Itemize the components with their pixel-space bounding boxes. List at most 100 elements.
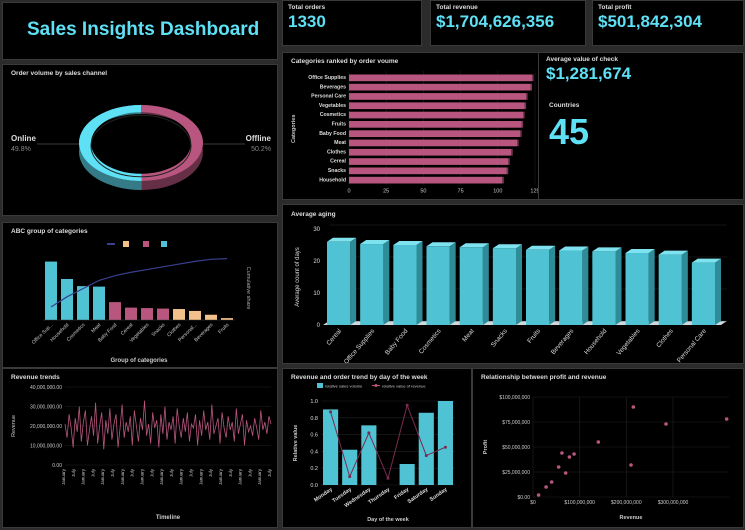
y-tick-label: Snacks bbox=[328, 168, 346, 174]
bar bbox=[691, 262, 715, 325]
kpi-label: Total orders bbox=[288, 4, 326, 11]
x-tick-label: July bbox=[267, 468, 272, 477]
legend-marker bbox=[374, 384, 378, 387]
x-tick-label: July bbox=[149, 468, 154, 477]
offline-pct: 50.2% bbox=[251, 146, 271, 153]
bar-side bbox=[502, 176, 504, 184]
bar bbox=[492, 248, 516, 325]
y-tick-label: 30 bbox=[313, 227, 320, 233]
x-tick-label: January bbox=[159, 468, 164, 485]
revenue-marker bbox=[367, 431, 371, 435]
x-tick-label: January bbox=[120, 468, 125, 485]
x-tick-label: July bbox=[208, 468, 213, 477]
bar-side bbox=[648, 249, 655, 325]
bar bbox=[349, 167, 507, 175]
y-tick-label: Office Supplies bbox=[308, 75, 346, 81]
donut-hole bbox=[90, 114, 192, 178]
revenue-marker bbox=[424, 454, 428, 458]
categories-panel: Categories ranked by order voume 0 25 50 75… bbox=[282, 52, 540, 200]
bar bbox=[399, 464, 415, 485]
scatter-point bbox=[549, 480, 554, 484]
y-axis-label: Relative value bbox=[293, 425, 299, 462]
y-axis-label: Cumulative share bbox=[245, 267, 251, 310]
categories-bar-chart: 0 25 50 75 100 125Office SuppliesBeveragesPer… bbox=[291, 71, 539, 195]
y-tick-label: 10,000,000.00 bbox=[30, 444, 62, 450]
bar bbox=[189, 310, 201, 320]
x-tick-label: January bbox=[257, 468, 262, 485]
bar bbox=[349, 74, 533, 82]
x-tick-label: July bbox=[169, 468, 174, 477]
x-tick-label: Sunday bbox=[429, 486, 449, 503]
scatter-point bbox=[536, 493, 541, 497]
weekday-combo-chart: relative sales volume relative value of r… bbox=[293, 383, 455, 523]
bar bbox=[592, 251, 616, 325]
x-tick-label: January bbox=[139, 468, 144, 485]
x-tick-label: July bbox=[228, 468, 233, 477]
bar-side bbox=[506, 167, 509, 175]
bar bbox=[658, 254, 682, 325]
bar-side bbox=[482, 243, 489, 325]
y-tick-label: Baby Food bbox=[319, 131, 346, 137]
scatter-point bbox=[560, 451, 564, 455]
x-tick-label: Saturday bbox=[407, 486, 430, 505]
revenue-trend-panel: Revenue trends 0.00 10,000,000.00 20,000,0… bbox=[2, 368, 278, 528]
avg-check-value: $1,281,674 bbox=[546, 64, 632, 83]
legend-swatch bbox=[317, 383, 323, 388]
x-tick-label: 25 bbox=[383, 189, 389, 195]
x-tick-label: Office Supplies bbox=[343, 327, 377, 364]
bar bbox=[157, 308, 169, 320]
bar-side bbox=[383, 240, 390, 325]
scatter-point bbox=[724, 417, 729, 421]
profit-revenue-scatter: $0.00 $25,000,000 $50,000,000 $75,000,000 $1… bbox=[483, 395, 729, 521]
scatter-point bbox=[629, 463, 633, 467]
countries-value: 45 bbox=[549, 111, 590, 152]
x-tick-label: Baby Food bbox=[384, 327, 410, 356]
x-tick-label: $200,000,000 bbox=[611, 500, 642, 506]
y-tick-label: 40,000,000.00 bbox=[30, 385, 62, 391]
kpi-label: Total revenue bbox=[436, 4, 478, 11]
y-tick-label: 0.6 bbox=[310, 433, 318, 439]
scatter-point bbox=[664, 422, 668, 426]
x-axis-label: Group of categories bbox=[110, 358, 168, 364]
bar-side bbox=[681, 250, 688, 325]
bar bbox=[349, 93, 527, 100]
x-tick-label: Thursday bbox=[367, 486, 391, 506]
scatter-panel: Relationship between profit and revenue … bbox=[472, 368, 744, 528]
abc-panel: ABC group of categories Office Sup... Hou… bbox=[2, 222, 278, 368]
bar-side bbox=[524, 102, 527, 110]
x-tick-label: Cereal bbox=[120, 322, 135, 337]
bar bbox=[393, 245, 417, 325]
y-tick-label: 30,000,000.00 bbox=[30, 405, 62, 411]
x-tick-label: 75 bbox=[458, 189, 464, 195]
x-tick-label: July bbox=[247, 468, 252, 477]
bar bbox=[526, 249, 550, 325]
bar bbox=[418, 412, 434, 485]
x-tick-label: January bbox=[81, 468, 86, 485]
y-tick-label: $50,000,000 bbox=[502, 445, 530, 451]
y-tick-label: Meat bbox=[334, 140, 346, 146]
legend-swatch bbox=[161, 241, 167, 247]
y-tick-label: $25,000,000 bbox=[502, 470, 530, 476]
x-tick-label: July bbox=[71, 468, 76, 477]
bar-side bbox=[532, 74, 534, 82]
weekday-panel: Revenue and order trend by day of the we… bbox=[282, 368, 472, 528]
aging-panel: Average aging 0 10 20 30 Cereal Office Suppli… bbox=[282, 204, 744, 364]
bar bbox=[559, 250, 583, 325]
avg-check-label: Average value of check bbox=[546, 56, 619, 63]
y-tick-label: 0.0 bbox=[310, 483, 318, 489]
x-axis-label: Day of the week bbox=[367, 517, 410, 523]
x-tick-label: July bbox=[189, 468, 194, 477]
revenue-marker bbox=[348, 475, 352, 479]
y-tick-label: Cosmetics bbox=[320, 112, 346, 118]
avgcheck-panel: Average value of check $1,281,674 Countr… bbox=[538, 52, 744, 200]
scatter-point bbox=[631, 405, 636, 409]
y-tick-label: 0.2 bbox=[310, 466, 318, 472]
x-tick-label: 100 bbox=[493, 189, 502, 195]
bar bbox=[349, 176, 503, 184]
bar bbox=[93, 286, 105, 320]
bar-side bbox=[350, 237, 357, 325]
x-tick-label: January bbox=[179, 468, 184, 485]
x-tick-label: Beverages bbox=[550, 327, 576, 356]
revenue-marker bbox=[405, 403, 409, 407]
x-tick-label: July bbox=[110, 468, 115, 477]
